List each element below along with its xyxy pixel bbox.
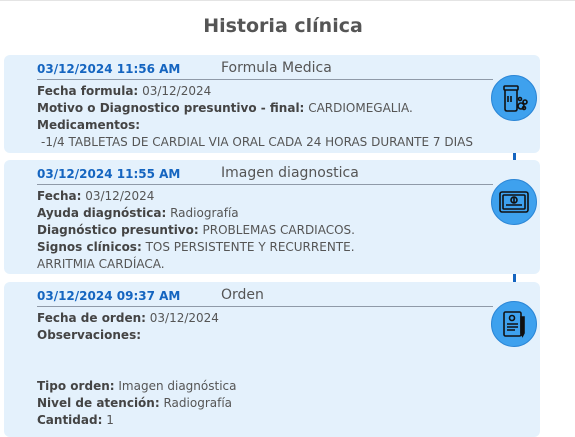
page-title: Historia clínica: [203, 15, 363, 37]
field-observaciones: Observaciones:: [37, 328, 142, 342]
field-fecha-orden: Fecha de orden: 03/12/2024: [37, 311, 219, 325]
field-cantidad: Cantidad: 1: [37, 413, 114, 427]
entry-body: Fecha: 03/12/2024 Ayuda diagnóstica: Rad…: [37, 188, 487, 273]
field-medicamentos: Medicamentos:: [37, 118, 141, 132]
entry-body: Fecha formula: 03/12/2024 Motivo o Diagn…: [37, 83, 487, 151]
entry-divider: [37, 79, 493, 80]
field-diagnostico-presuntivo: Diagnóstico presuntivo: PROBLEMAS CARDIA…: [37, 223, 355, 237]
entry-divider: [37, 184, 493, 185]
entry-type: Formula Medica: [221, 60, 332, 76]
entry-header: 03/12/2024 09:37 AM Orden: [4, 282, 524, 309]
entry-type: Orden: [221, 287, 264, 303]
field-motivo-diagnostico: Motivo o Diagnostico presuntivo - final:…: [37, 101, 413, 115]
entry-date: 03/12/2024 11:56 AM: [37, 62, 181, 76]
field-signos-clinicos: Signos clínicos: TOS PERSISTENTE Y RECUR…: [37, 240, 355, 254]
field-nivel-atencion: Nivel de atención: Radiografía: [37, 396, 233, 410]
entry-header: 03/12/2024 11:56 AM Formula Medica: [4, 55, 524, 82]
medication-line: -1/4 TABLETAS DE CARDIAL VIA ORAL CADA 2…: [41, 135, 473, 149]
observaciones-blank: [37, 344, 487, 378]
entry-divider: [37, 306, 493, 307]
xray-image-icon: [491, 179, 537, 225]
entry-body: Fecha de orden: 03/12/2024 Observaciones…: [37, 310, 487, 429]
field-tipo-orden: Tipo orden: Imagen diagnóstica: [37, 379, 237, 393]
entry-date: 03/12/2024 11:55 AM: [37, 167, 181, 181]
field-signos-extra: ARRITMIA CARDÍACA.: [37, 257, 165, 271]
prescription-bottle-icon: [491, 75, 537, 121]
field-fecha: Fecha: 03/12/2024: [37, 189, 155, 203]
entry-header: 03/12/2024 11:55 AM Imagen diagnostica: [4, 160, 524, 187]
entry-type: Imagen diagnostica: [221, 165, 359, 181]
history-entry-orden[interactable]: 03/12/2024 09:37 AM Orden Fecha de orden…: [4, 282, 540, 437]
entry-date: 03/12/2024 09:37 AM: [37, 289, 181, 303]
history-entry-imagen[interactable]: 03/12/2024 11:55 AM Imagen diagnostica F…: [4, 160, 540, 274]
field-fecha-formula: Fecha formula: 03/12/2024: [37, 84, 212, 98]
top-divider: [0, 0, 575, 1]
history-entry-formula[interactable]: 03/12/2024 11:56 AM Formula Medica Fecha…: [4, 55, 540, 153]
field-ayuda-diagnostica: Ayuda diagnóstica: Radiografía: [37, 206, 239, 220]
order-document-icon: [491, 301, 537, 347]
